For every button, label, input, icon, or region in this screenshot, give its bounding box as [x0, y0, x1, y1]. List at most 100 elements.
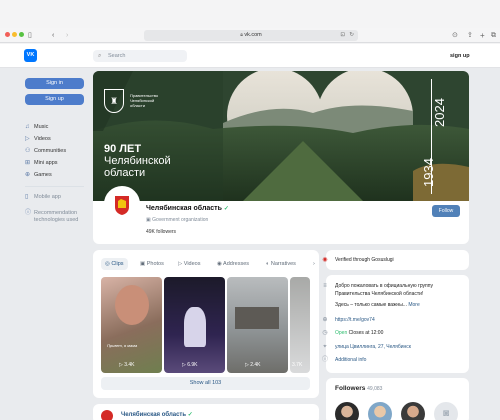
anniversary-line-1: 90 ЛЕТ: [104, 143, 142, 155]
sign-up-button[interactable]: Sign up: [25, 94, 84, 105]
additional-info-link[interactable]: Additional info: [335, 357, 366, 363]
back-icon[interactable]: ‹: [52, 30, 54, 41]
description-line-1: Добро пожаловать в официальную группу: [335, 283, 433, 289]
communities-icon: ⚇: [25, 148, 31, 154]
reload-icon[interactable]: ↻: [349, 30, 354, 41]
year-end: 2024: [431, 98, 447, 127]
link-row[interactable]: ⊕ https://t.me/gov74: [322, 316, 375, 324]
tabs-more-icon[interactable]: ›: [313, 258, 315, 270]
sidebar-mobile-app[interactable]: ▯ Mobile app: [25, 192, 61, 202]
tabs-overview-icon[interactable]: ⧉: [491, 30, 496, 41]
sidebar-item-games[interactable]: ⊕ Games: [25, 170, 52, 180]
verified-text: Verified through Gosuslugi: [335, 257, 394, 263]
clip-views: ▷ 6.9K: [182, 362, 198, 368]
follower-avatar[interactable]: [368, 402, 392, 420]
sidebar-item-mini-apps[interactable]: ⊞ Mini apps: [25, 158, 58, 168]
cover-image: [93, 71, 469, 201]
search-icon: ⌕: [98, 53, 102, 59]
sign-in-button[interactable]: Sign in: [25, 78, 84, 89]
clip-item[interactable]: ▷ 2.4K: [227, 277, 288, 373]
more-link[interactable]: More: [408, 302, 419, 308]
minimize-window-button[interactable]: [12, 32, 17, 37]
open-status: Open: [335, 330, 348, 336]
sidebar-item-label: Music: [34, 124, 49, 130]
year-start-box: 1934: [420, 158, 442, 189]
sidebar-item-communities[interactable]: ⚇ Communities: [25, 146, 66, 156]
tab-addresses[interactable]: ◉ Addresses: [217, 258, 249, 270]
location-pin-icon: ⌖: [323, 344, 327, 350]
forward-icon[interactable]: ›: [66, 30, 68, 41]
clip-item[interactable]: Привет, я мама ▷ 3.4K: [101, 277, 162, 373]
address-bar[interactable]: 🔒︎ vk.com ⊡ ↻: [144, 30, 358, 41]
post-author[interactable]: Челябинская область ✓: [121, 411, 193, 418]
year-end-box: 2024: [431, 98, 453, 129]
external-link[interactable]: https://t.me/gov74: [335, 317, 375, 323]
anniversary-title: 90 ЛЕТ Челябинской области: [104, 143, 171, 179]
tab-narratives[interactable]: ◐ Narratives: [266, 258, 296, 270]
header-signup-link[interactable]: sign up: [450, 50, 470, 62]
clip-views-text: 3.7K: [292, 362, 303, 368]
emblem-caption: Правительство Челябинской области: [130, 93, 158, 108]
address-link[interactable]: улица Цвиллинга, 27, Челябинск: [335, 344, 411, 350]
new-tab-icon[interactable]: +: [480, 30, 485, 41]
followers-label: Followers: [335, 385, 366, 392]
clip-views-text: 6.9K: [187, 362, 198, 368]
mini-apps-icon: ⊞: [25, 160, 31, 166]
clock-icon: ◷: [322, 330, 328, 336]
follower-avatar[interactable]: [401, 402, 425, 420]
sidebar-item-label: Mobile app: [34, 194, 61, 200]
tab-label: Narratives: [270, 261, 296, 267]
verified-row: ◉ Verified through Gosuslugi: [322, 256, 394, 264]
clip-item[interactable]: ▷ 6.9K: [164, 277, 225, 373]
tab-clips[interactable]: ◎ Clips: [101, 258, 128, 270]
year-start: 1934: [420, 158, 436, 187]
follow-button[interactable]: Follow: [432, 205, 460, 217]
camera-icon: ◙: [442, 408, 450, 419]
share-icon[interactable]: ⇪: [467, 30, 473, 41]
followers-count: 49,083: [367, 386, 383, 392]
clip-views-text: 2.4K: [250, 362, 261, 368]
vk-logo[interactable]: VK: [24, 49, 37, 62]
clip-views-text: 3.4K: [124, 362, 135, 368]
maximize-window-button[interactable]: [19, 32, 24, 37]
search-input[interactable]: ⌕ Search: [93, 50, 187, 62]
tab-photos[interactable]: ▣ Photos: [140, 258, 164, 270]
show-all-button[interactable]: Show all 103: [101, 377, 310, 390]
sidebar-item-label: Videos: [34, 136, 51, 142]
follower-avatar[interactable]: [335, 402, 359, 420]
sidebar-item-videos[interactable]: ▷ Videos: [25, 134, 51, 144]
emblem-line-3: области: [130, 103, 145, 108]
group-followers[interactable]: 49K followers: [146, 229, 176, 235]
sidebar-toggle-icon[interactable]: ▯: [28, 30, 32, 41]
sidebar-recommendation[interactable]: ⓘ Recommendation technologies used: [25, 210, 78, 224]
sidebar-item-music[interactable]: ♫ Music: [25, 122, 48, 132]
additional-info-row[interactable]: ⓘ Additional info: [322, 356, 366, 364]
globe-icon: ⊕: [322, 317, 328, 323]
tab-label: Addresses: [223, 261, 250, 267]
address-row[interactable]: ⌖ улица Цвиллинга, 27, Челябинск: [323, 343, 411, 351]
post-avatar[interactable]: [101, 410, 113, 420]
recommendation-line-2: technologies used: [34, 217, 79, 223]
emblem-icon: ♜: [104, 89, 124, 113]
description-line-2: Правительства Челябинской области!: [335, 291, 424, 297]
video-icon: ▷: [25, 136, 30, 142]
clip-thumbnail: [184, 307, 206, 347]
group-type-text: Government organization: [152, 217, 209, 223]
download-icon[interactable]: ⊙: [452, 30, 458, 41]
tab-label: Videos: [183, 261, 201, 267]
followers-title[interactable]: Followers 49,083: [335, 385, 382, 392]
clip-item[interactable]: 3.7K: [290, 277, 310, 373]
group-avatar[interactable]: [104, 186, 140, 222]
tab-videos[interactable]: ▷ Videos: [178, 258, 200, 270]
clip-thumbnail: [235, 307, 279, 329]
description-icon: ≡: [323, 283, 327, 289]
description: ≡ Добро пожаловать в официальную группу …: [323, 282, 463, 309]
phone-icon: ▯: [25, 194, 29, 200]
clip-caption: Привет, я мама: [107, 343, 138, 348]
clip-views: 3.7K: [292, 362, 302, 368]
close-window-button[interactable]: [5, 32, 10, 37]
follower-avatar-placeholder[interactable]: ◙: [434, 402, 458, 420]
closes-text: Closes at 12:00: [348, 330, 384, 336]
verified-icon: ✓: [187, 412, 193, 418]
translate-icon[interactable]: ⊡: [340, 30, 345, 41]
